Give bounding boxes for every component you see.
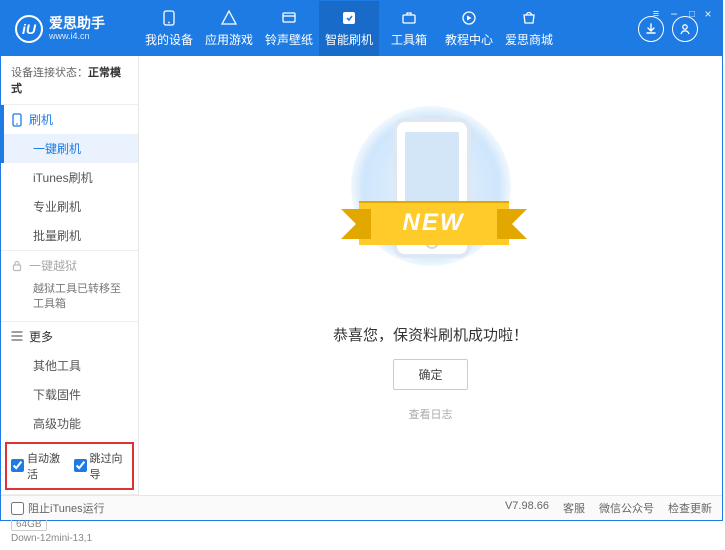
tab-flash[interactable]: 智能刷机 <box>319 1 379 56</box>
sidebar-item-download[interactable]: 下载固件 <box>1 380 138 409</box>
skip-setup-label: 跳过向导 <box>90 450 129 482</box>
skip-setup-checkbox[interactable]: 跳过向导 <box>74 450 129 482</box>
ok-button[interactable]: 确定 <box>393 359 467 390</box>
tab-label: 爱思商城 <box>505 31 553 48</box>
tab-label: 智能刷机 <box>325 31 373 48</box>
view-log-link[interactable]: 查看日志 <box>409 406 453 422</box>
toolbox-icon <box>400 9 418 27</box>
success-message: 恭喜您，保资料刷机成功啦！ <box>333 324 528 345</box>
block-itunes-checkbox[interactable]: 阻止iTunes运行 <box>11 500 105 516</box>
tab-apps[interactable]: 应用游戏 <box>199 1 259 56</box>
footer-update[interactable]: 检查更新 <box>668 500 712 516</box>
logo-icon: iU <box>15 15 43 43</box>
jailbreak-note: 越狱工具已转移至工具箱 <box>1 280 138 321</box>
tab-tutorial[interactable]: 教程中心 <box>439 1 499 56</box>
device-icon <box>160 9 178 27</box>
status-label: 设备连接状态： <box>11 67 88 79</box>
tab-label: 我的设备 <box>145 31 193 48</box>
section-flash-title: 刷机 <box>29 111 53 128</box>
sidebar-item-pro[interactable]: 专业刷机 <box>1 192 138 221</box>
new-ribbon: NEW <box>359 201 509 245</box>
section-more-title: 更多 <box>29 328 53 345</box>
tab-store[interactable]: 爱思商城 <box>499 1 559 56</box>
footer: 阻止iTunes运行 V7.98.66 客服 微信公众号 检查更新 <box>1 495 722 520</box>
connection-status: 设备连接状态：正常模式 <box>1 56 138 104</box>
menu-lines-icon <box>11 331 23 341</box>
auto-activate-label: 自动激活 <box>27 450 66 482</box>
phone-icon <box>11 113 23 127</box>
sidebar-item-advanced[interactable]: 高级功能 <box>1 409 138 438</box>
menu-icon[interactable]: ≡ <box>646 4 666 24</box>
tab-label: 应用游戏 <box>205 31 253 48</box>
sidebar-item-onekey[interactable]: 一键刷机 <box>1 134 138 163</box>
tab-label: 铃声壁纸 <box>265 31 313 48</box>
tab-toolbox[interactable]: 工具箱 <box>379 1 439 56</box>
section-jailbreak-title: 一键越狱 <box>29 257 77 274</box>
close-button[interactable]: × <box>698 4 718 24</box>
device-firmware: Down-12mini-13,1 <box>11 533 128 544</box>
app-logo: iU 爱思助手 www.i4.cn <box>1 15 139 43</box>
tutorial-icon <box>460 9 478 27</box>
footer-service[interactable]: 客服 <box>563 500 585 516</box>
sidebar: 设备连接状态：正常模式 刷机 一键刷机iTunes刷机专业刷机批量刷机 一键越狱… <box>1 56 139 497</box>
footer-version: V7.98.66 <box>505 500 549 516</box>
sidebar-item-batch[interactable]: 批量刷机 <box>1 221 138 250</box>
sidebar-item-itunes[interactable]: iTunes刷机 <box>1 163 138 192</box>
section-jailbreak[interactable]: 一键越狱 <box>1 251 138 280</box>
sidebar-item-other[interactable]: 其他工具 <box>1 351 138 380</box>
flash-icon <box>340 9 358 27</box>
block-itunes-label: 阻止iTunes运行 <box>28 500 105 516</box>
app-url: www.i4.cn <box>49 31 105 41</box>
footer-wechat[interactable]: 微信公众号 <box>599 500 654 516</box>
minimize-button[interactable]: − <box>664 4 684 24</box>
main-nav: 我的设备应用游戏铃声壁纸智能刷机 工具箱 教程中心爱思商城 <box>139 1 559 56</box>
section-more[interactable]: 更多 <box>1 322 138 351</box>
section-flash[interactable]: 刷机 <box>1 105 138 134</box>
tab-label: 教程中心 <box>445 31 493 48</box>
apps-icon <box>220 9 238 27</box>
tab-ringtones[interactable]: 铃声壁纸 <box>259 1 319 56</box>
options-highlight: 自动激活 跳过向导 <box>5 442 134 490</box>
app-name: 爱思助手 <box>49 16 105 31</box>
success-illustration: NEW <box>351 106 511 296</box>
auto-activate-checkbox[interactable]: 自动激活 <box>11 450 66 482</box>
content-pane: NEW 恭喜您，保资料刷机成功啦！ 确定 查看日志 <box>139 56 722 497</box>
titlebar: iU 爱思助手 www.i4.cn 我的设备应用游戏铃声壁纸智能刷机 工具箱 教程中… <box>1 1 722 56</box>
store-icon <box>520 9 538 27</box>
lock-icon <box>11 260 23 272</box>
tab-label: 工具箱 <box>391 31 427 48</box>
ringtones-icon <box>280 9 298 27</box>
tab-device[interactable]: 我的设备 <box>139 1 199 56</box>
